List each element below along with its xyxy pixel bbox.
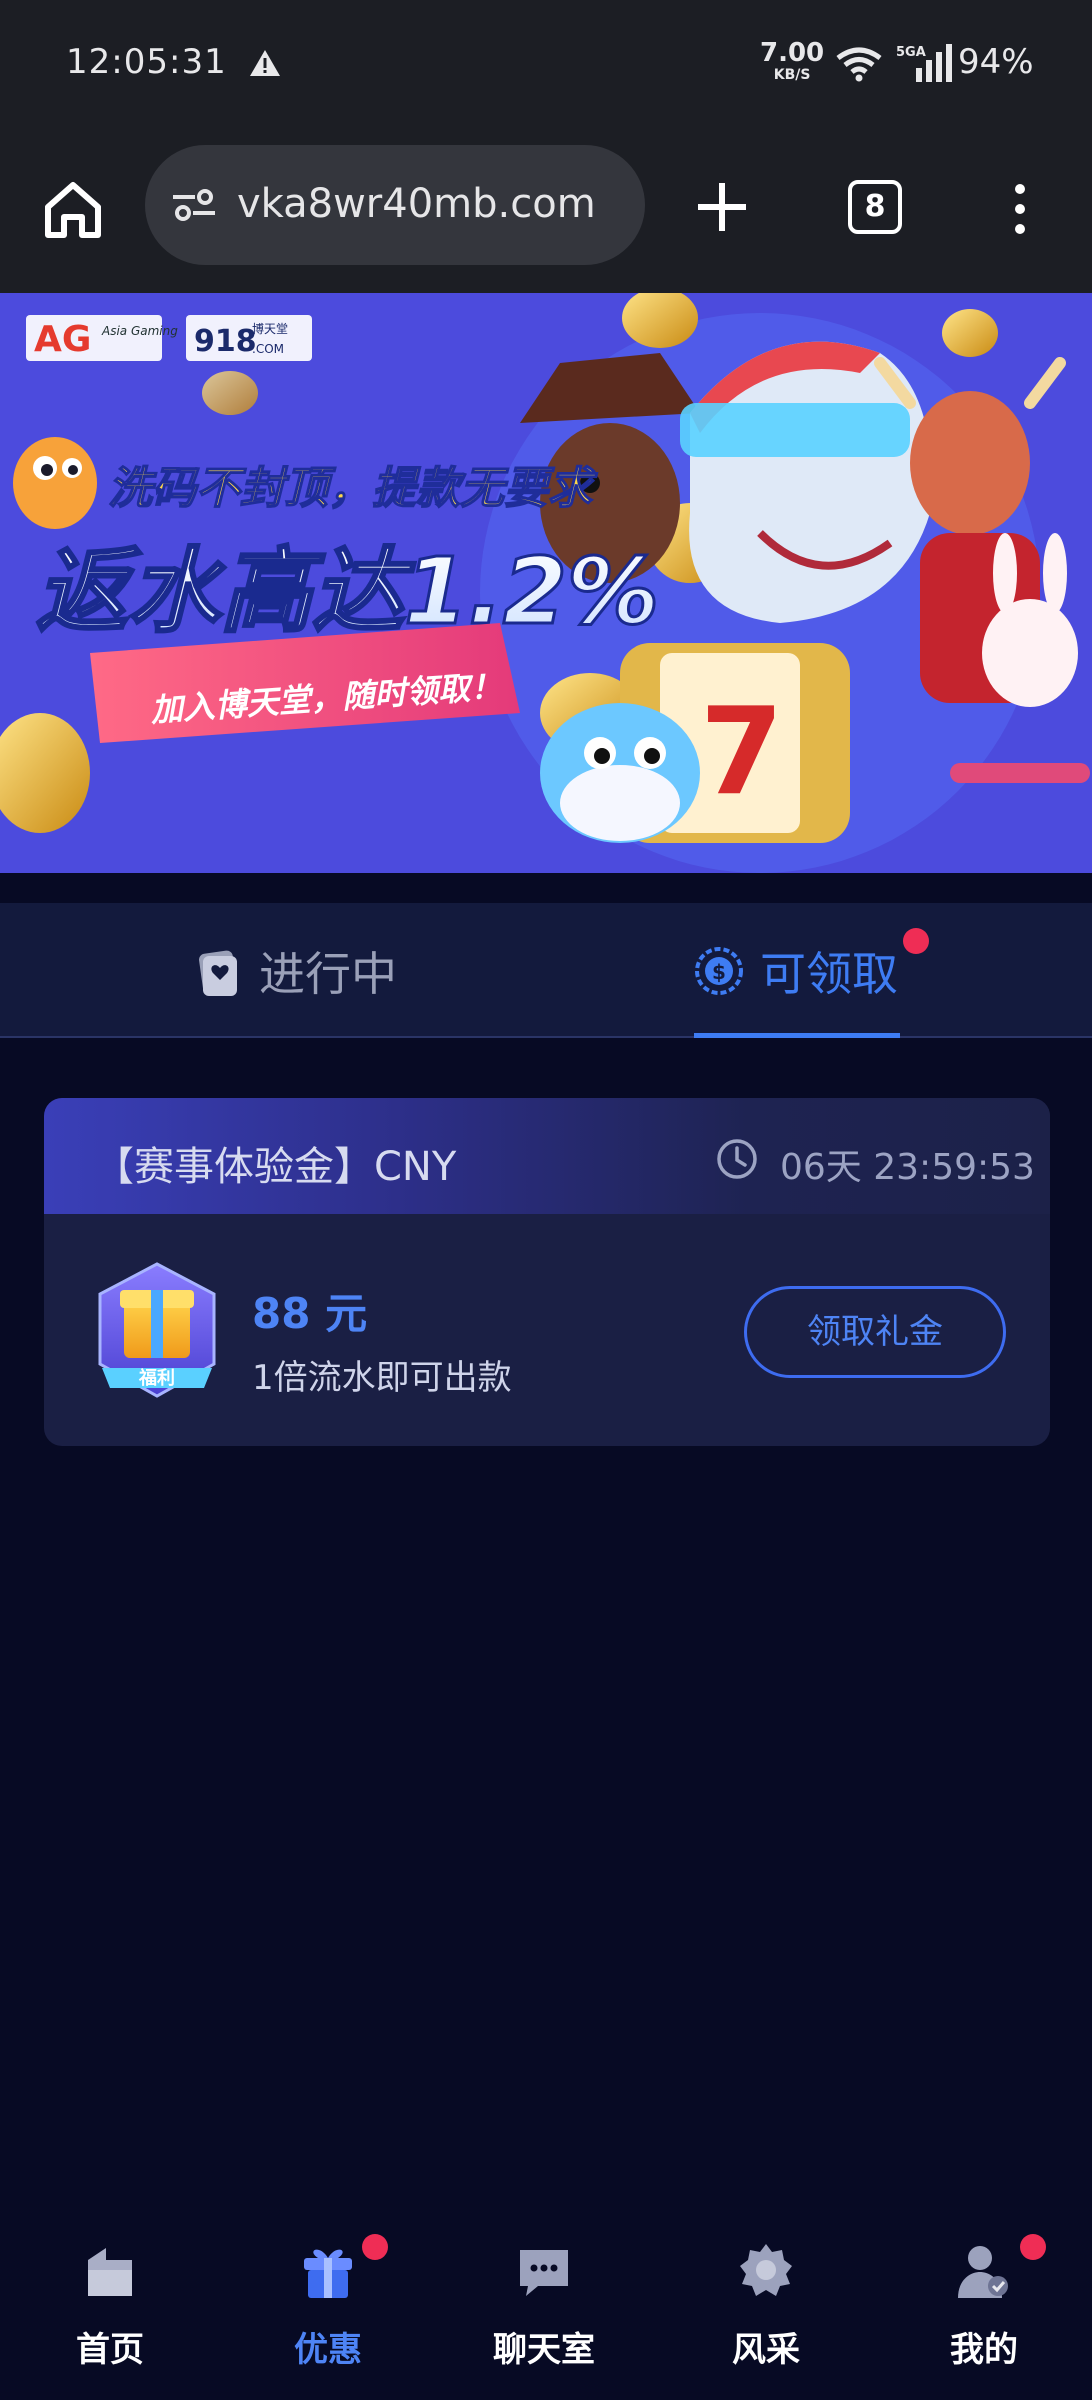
badge-icon (740, 2244, 792, 2296)
browser-toolbar: vka8wr40mb.com 8 (0, 125, 1092, 293)
svg-text:918: 918 (194, 324, 257, 359)
tab-label: 进行中 (259, 947, 397, 1001)
plus-icon[interactable] (690, 175, 754, 239)
wifi-icon (836, 47, 882, 82)
nav-item-showcase[interactable]: 风采 (686, 2240, 846, 2371)
bonus-amount: 88 元 (252, 1289, 368, 1338)
status-bar: 12:05:31 7.00 KB/S 5GA 94% (0, 0, 1092, 125)
user-icon (958, 2246, 1008, 2298)
warning-icon (250, 50, 280, 76)
nav-item-home[interactable]: 首页 (30, 2240, 190, 2371)
notification-dot (903, 928, 929, 954)
nav-item-promotions[interactable]: 优惠 (248, 2234, 408, 2371)
promo-tabs: 进行中 $ 可领取 (0, 903, 1092, 1038)
nav-item-chat[interactable]: 聊天室 (464, 2240, 624, 2371)
chat-icon (520, 2250, 568, 2296)
bonus-card: 【赛事体验金】CNY 06天 23:59:53 福利 88 元 1倍流水即可出款… (44, 1098, 1050, 1446)
coin-icon: $ (695, 947, 743, 995)
claim-bonus-button[interactable]: 领取礼金 (744, 1286, 1006, 1378)
network-speed: 7.00 KB/S (760, 38, 825, 83)
card-title: 【赛事体验金】CNY (94, 1144, 457, 1190)
site-settings-icon[interactable] (169, 185, 219, 225)
promo-banner[interactable]: AG Asia Gaming 918 博天堂 .COM 7 洗码不封顶，提款无要… (0, 293, 1092, 873)
cell-signal-icon: 5GA (896, 44, 952, 82)
nav-item-profile[interactable]: 我的 (904, 2234, 1064, 2371)
gift-badge-icon: 福利 (98, 1262, 216, 1398)
bottom-nav: 首页 优惠 聊天室 风采 我的 (0, 2200, 1092, 2400)
bonus-description: 1倍流水即可出款 (252, 1358, 512, 1398)
banner-artwork: AG Asia Gaming 918 博天堂 .COM 7 洗码不封顶，提款无要… (0, 293, 1092, 873)
more-vert-icon[interactable] (1000, 179, 1040, 239)
home-icon (88, 2248, 132, 2296)
svg-text:福利: 福利 (138, 1367, 175, 1389)
url-text[interactable]: vka8wr40mb.com (237, 181, 596, 227)
svg-text:洗码不封顶，提款无要求: 洗码不封顶，提款无要求 (108, 463, 598, 514)
clock-icon (717, 1139, 757, 1179)
countdown-timer: 06天 23:59:53 (780, 1147, 1035, 1188)
battery-level: 94% (958, 42, 1034, 82)
status-time: 12:05:31 (66, 42, 227, 82)
tab-switcher-button[interactable]: 8 (848, 180, 902, 234)
svg-text:5GA: 5GA (896, 45, 926, 60)
svg-text:7: 7 (700, 683, 784, 822)
active-tab-indicator (694, 1033, 900, 1038)
tab-label: 可领取 (760, 947, 898, 1001)
card-header: 【赛事体验金】CNY 06天 23:59:53 (44, 1098, 1050, 1214)
svg-text:AG: AG (34, 319, 91, 360)
card-icon (199, 950, 237, 996)
address-bar[interactable]: vka8wr40mb.com (145, 145, 645, 265)
svg-text:返水高达1.2%: 返水高达1.2% (36, 538, 659, 645)
home-icon[interactable] (38, 175, 108, 245)
notification-dot (362, 2234, 388, 2260)
notification-dot (1020, 2234, 1046, 2260)
svg-text:.COM: .COM (252, 342, 284, 356)
svg-text:博天堂: 博天堂 (252, 321, 288, 336)
gift-icon (304, 2249, 352, 2298)
svg-text:$: $ (712, 960, 726, 984)
svg-text:Asia Gaming: Asia Gaming (101, 324, 178, 338)
